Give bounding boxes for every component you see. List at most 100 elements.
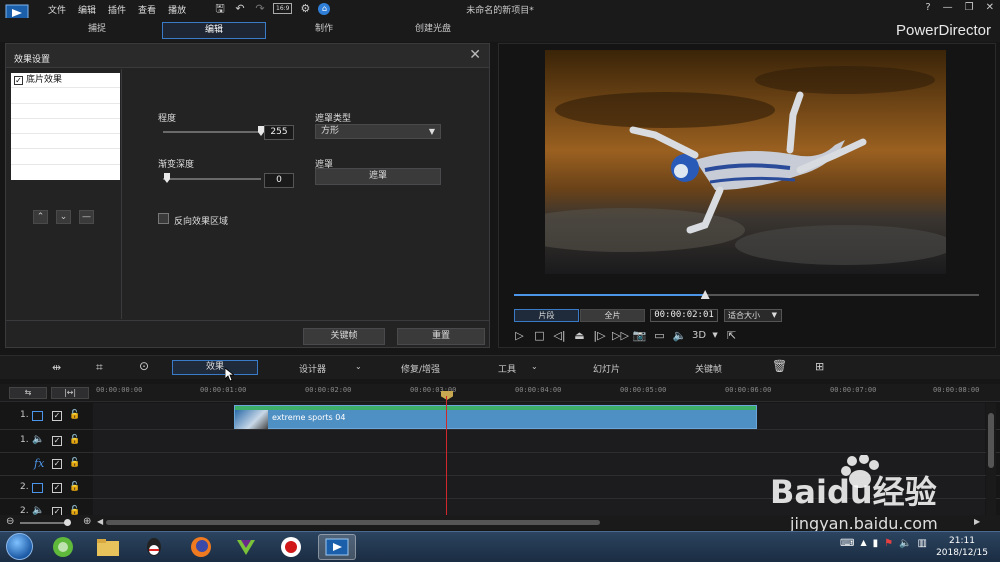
close-button[interactable]: ✕ — [986, 2, 994, 13]
maximize-button[interactable]: ❐ — [965, 2, 974, 13]
play-icon[interactable]: ▷ — [512, 328, 527, 343]
network-icon[interactable]: ▥ — [918, 538, 927, 549]
track-enable-checkbox[interactable]: ✓ — [52, 411, 62, 421]
mask-type-label: 遮罩类型 — [315, 114, 352, 124]
stop-icon[interactable]: □ — [532, 328, 547, 343]
chevron-down-icon[interactable]: ⌄ — [531, 362, 538, 371]
zoom-slider[interactable] — [20, 522, 68, 524]
fit-size-value: 适合大小 — [728, 311, 760, 320]
lock-icon[interactable]: 🔓 — [69, 435, 80, 445]
zoom-in-icon[interactable]: ⊕ — [83, 516, 91, 527]
list-item-empty — [11, 165, 120, 180]
more-options-icon[interactable]: ⊞ — [815, 360, 824, 373]
track-manager-button[interactable]: ⇆ — [9, 387, 47, 399]
horizontal-scrollbar-thumb[interactable] — [106, 520, 600, 525]
list-item-empty — [11, 149, 120, 165]
zoom-slider-thumb[interactable] — [64, 519, 71, 526]
taskbar-app[interactable] — [135, 534, 173, 560]
effect-settings-dialog: 效果设置 ✕ ✓ 底片效果 ⌃ ⌄ — 程度 255 渐变深度 0 遮罩类型 方… — [5, 43, 490, 348]
battery-icon[interactable]: ▮ — [873, 538, 879, 549]
video-preview[interactable] — [545, 50, 946, 274]
undock-preview-icon[interactable]: ⇱ — [724, 328, 739, 343]
tick-label: 00:00:05:00 — [620, 386, 667, 394]
taskbar-app[interactable] — [89, 534, 127, 560]
snapshot-icon[interactable]: 📷 — [632, 328, 647, 343]
taskbar-app[interactable] — [272, 534, 310, 560]
mask-button[interactable]: 遮罩 — [315, 168, 441, 185]
track-header-audio-1: 1. 🔈 ✓ 🔓 — [0, 430, 93, 452]
timeline-clip[interactable]: extreme sports 04 — [234, 405, 757, 429]
taskbar-clock[interactable]: 21:11 2018/12/15 — [930, 535, 994, 559]
flag-icon[interactable]: ⚑ — [884, 538, 893, 549]
tools-button[interactable]: 工具 — [498, 362, 516, 375]
remove-effect-button[interactable]: — — [79, 210, 94, 224]
track-enable-checkbox[interactable]: ✓ — [52, 459, 62, 469]
lock-icon[interactable]: 🔓 — [69, 410, 80, 420]
volume-icon[interactable]: 🔈 — [672, 328, 687, 343]
keyframe-button[interactable]: 关键帧 — [303, 328, 385, 345]
volume-icon[interactable]: 🔈 — [899, 538, 911, 549]
start-button[interactable] — [6, 533, 33, 560]
split-clip-icon[interactable]: ⇹ — [52, 361, 61, 374]
fix-enhance-button[interactable]: 修复/增强 — [401, 362, 440, 375]
taskbar-app[interactable] — [182, 534, 220, 560]
track-enable-checkbox[interactable]: ✓ — [52, 436, 62, 446]
subtitle-icon[interactable]: ▭ — [652, 328, 667, 343]
help-button[interactable]: ? — [925, 2, 930, 13]
move-down-button[interactable]: ⌄ — [56, 210, 71, 224]
scroll-left-icon[interactable]: ◀ — [97, 517, 103, 526]
next-frame-icon[interactable]: |▷ — [592, 328, 607, 343]
timecode-display[interactable]: 00:00:02:01 — [650, 309, 718, 322]
previous-frame-icon[interactable]: ◁| — [552, 328, 567, 343]
move-up-button[interactable]: ⌃ — [33, 210, 48, 224]
fade-depth-slider[interactable] — [163, 178, 261, 180]
list-item[interactable]: ✓ 底片效果 — [11, 73, 120, 89]
trash-icon[interactable]: 🗑 — [772, 359, 787, 373]
close-icon[interactable]: ✕ — [469, 47, 481, 63]
tick-label: 00:00:02:00 — [305, 386, 352, 394]
reset-button[interactable]: 重置 — [397, 328, 485, 345]
fade-depth-value-field[interactable]: 0 — [264, 173, 294, 188]
fit-timeline-button[interactable]: |↔| — [51, 387, 89, 399]
chevron-up-icon: ⌃ — [36, 212, 45, 222]
taskbar-app-powerdirector[interactable] — [318, 534, 356, 560]
playhead-line[interactable] — [446, 396, 447, 516]
minimize-button[interactable]: — — [943, 2, 953, 13]
lock-icon[interactable]: 🔓 — [69, 458, 80, 468]
3d-mode-button[interactable]: 3D — [692, 328, 706, 343]
degree-value-field[interactable]: 255 — [264, 125, 294, 140]
track-divider — [0, 452, 1000, 453]
effect-checkbox[interactable]: ✓ — [14, 75, 23, 85]
tab-capture[interactable]: 捕捉 — [45, 22, 149, 39]
timeline-keyframe-button[interactable]: 关键帧 — [695, 362, 722, 375]
degree-slider[interactable] — [163, 131, 261, 133]
slideshow-button[interactable]: 幻灯片 — [593, 362, 620, 375]
effect-name: 底片效果 — [26, 75, 63, 86]
fast-forward-icon[interactable]: ▷▷ — [612, 328, 629, 343]
invert-effect-checkbox[interactable] — [158, 213, 169, 224]
tab-produce[interactable]: 制作 — [272, 22, 376, 39]
tray-arrow-icon[interactable]: ▲ — [860, 538, 866, 549]
fit-size-select[interactable]: 适合大小 ▼ — [724, 309, 782, 322]
brand-name: PowerDirector — [895, 22, 991, 39]
tab-edit[interactable]: 编辑 — [162, 22, 266, 39]
track-enable-checkbox[interactable]: ✓ — [52, 483, 62, 493]
mask-type-select[interactable]: 方形 ▼ — [315, 124, 441, 139]
dropdown-circle-icon[interactable]: ⊙ — [139, 359, 149, 373]
designer-button[interactable]: 设计器 — [299, 362, 326, 375]
effect-button[interactable]: 效果 — [172, 360, 258, 375]
split-icon[interactable]: ⏏ — [572, 328, 587, 343]
keyboard-icon[interactable]: ⌨ — [840, 538, 854, 549]
chevron-down-icon[interactable]: ▼ — [711, 328, 719, 343]
zoom-out-icon[interactable]: ⊖ — [6, 516, 14, 527]
lock-icon[interactable]: 🔓 — [69, 482, 80, 492]
tab-create-disc[interactable]: 创建光盘 — [381, 22, 485, 39]
crop-icon[interactable]: ⌗ — [96, 360, 103, 375]
taskbar-app[interactable] — [227, 534, 265, 560]
movie-mode-button[interactable]: 全片 — [580, 309, 645, 322]
fade-depth-slider-thumb[interactable] — [164, 173, 170, 183]
chevron-down-icon[interactable]: ⌄ — [355, 362, 362, 371]
clip-mode-button[interactable]: 片段 — [514, 309, 579, 322]
list-item-empty — [11, 104, 120, 119]
taskbar-app[interactable] — [44, 534, 82, 560]
